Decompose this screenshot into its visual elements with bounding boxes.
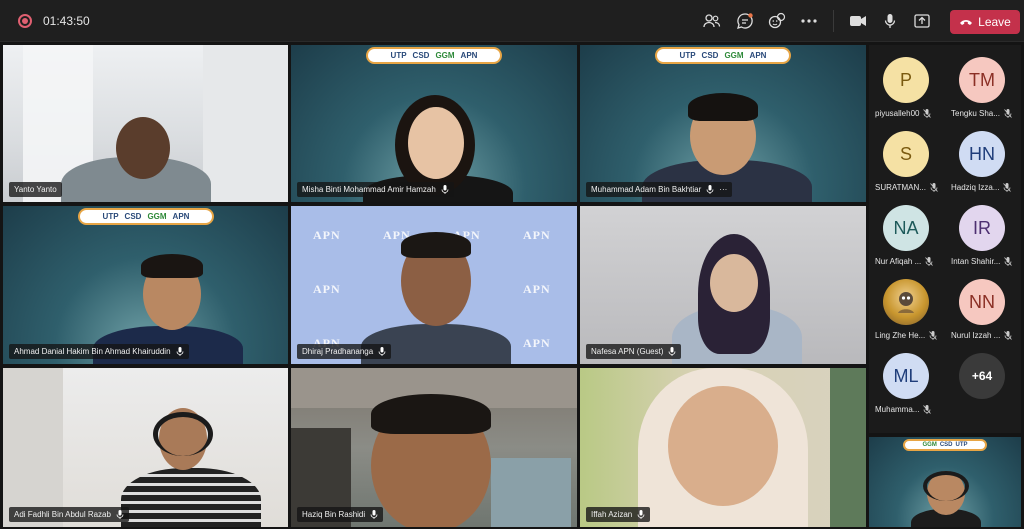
- mic-off-icon: [930, 183, 938, 192]
- avatar: NN: [959, 279, 1005, 325]
- video-tile[interactable]: UTP CSD GGM APN Muhammad Adam Bin Bakhtiar …: [580, 45, 866, 202]
- participant-name-tag: Muhammad Adam Bin Bakhtiar ···: [586, 182, 733, 197]
- participant-avatar-tile[interactable]: IR Intan Shahir...: [945, 193, 1021, 269]
- participant-avatar-tile[interactable]: HN Hadziq Izza...: [945, 119, 1021, 195]
- event-logo-banner: UTP CSD GGM APN: [655, 47, 791, 64]
- apn-wall-logo: APN: [313, 282, 341, 296]
- avatar: [883, 279, 929, 325]
- video-tile[interactable]: Adi Fadhli Bin Abdul Razab: [3, 368, 288, 527]
- participant-name-tag: Yanto Yanto: [9, 182, 62, 197]
- mic-off-icon: [1004, 331, 1013, 340]
- leave-label: Leave: [978, 15, 1011, 29]
- participant-name: Nur Afiqah ...: [875, 257, 922, 266]
- participant-name: Tengku Sha...: [951, 109, 1000, 118]
- overflow-count: +64: [959, 353, 1005, 399]
- avatar: TM: [959, 57, 1005, 103]
- video-tile[interactable]: Yanto Yanto: [3, 45, 288, 202]
- participant-name: Ling Zhe He...: [875, 331, 926, 340]
- mic-icon: [669, 347, 676, 356]
- participant-name-tag: Nafesa APN (Guest): [586, 344, 682, 359]
- participant-avatar-tile[interactable]: NA Nur Afiqah ...: [869, 193, 945, 269]
- mic-off-icon: [1003, 183, 1012, 192]
- participant-name: Intan Shahir...: [951, 257, 1001, 266]
- event-logo-banner: UTP CSD GGM APN: [78, 208, 214, 225]
- avatar: NA: [883, 205, 929, 251]
- mic-icon[interactable]: [878, 9, 902, 33]
- video-tile[interactable]: UTP CSD GGM APN Ahmad Danial Hakim Bin Ahma…: [3, 206, 288, 364]
- mic-icon: [441, 185, 449, 194]
- mic-off-icon: [1004, 257, 1013, 266]
- share-icon[interactable]: [910, 9, 934, 33]
- event-logo-banner: UTP CSD GGM APN: [366, 47, 502, 64]
- more-icon[interactable]: ···: [719, 185, 727, 194]
- mic-off-icon: [1004, 109, 1012, 118]
- avatar: ML: [883, 353, 929, 399]
- avatar: S: [883, 131, 929, 177]
- participant-name-tag: Iffah Azizan: [586, 507, 651, 522]
- mic-off-icon: [929, 331, 938, 340]
- mic-icon: [116, 510, 124, 519]
- mic-icon: [370, 510, 378, 519]
- mic-off-icon: [923, 109, 932, 118]
- profile-picture-icon: [898, 292, 914, 313]
- mic-icon: [378, 347, 386, 356]
- mic-off-icon: [923, 405, 932, 414]
- participant-name: Hadziq Izza...: [951, 183, 1000, 192]
- video-tile[interactable]: Haziq Bin Rashidi: [291, 368, 577, 527]
- avatar: IR: [959, 205, 1005, 251]
- meeting-timer: 01:43:50: [43, 14, 90, 28]
- video-tile[interactable]: Iffah Azizan: [580, 368, 866, 527]
- recording-icon: [18, 14, 32, 28]
- participant-name: Muhamma...: [875, 405, 920, 414]
- mic-off-icon: [925, 257, 934, 266]
- participant-avatar-tile[interactable]: P piyusalleh00: [869, 45, 945, 121]
- video-tile[interactable]: UTP CSD GGM APN Misha Binti Mohammad Amir H…: [291, 45, 577, 202]
- people-icon[interactable]: [700, 9, 724, 33]
- video-tile[interactable]: Nafesa APN (Guest): [580, 206, 866, 364]
- leave-button[interactable]: Leave: [950, 10, 1020, 34]
- apn-wall-logo: APN: [523, 336, 551, 350]
- self-video-tile[interactable]: GGM CSD UTP: [869, 437, 1021, 527]
- mic-icon: [176, 347, 183, 356]
- participant-gallery: P piyusalleh00 TM Tengku Sha... S SURATM…: [869, 45, 1021, 433]
- more-participants-button[interactable]: +64: [945, 341, 1021, 417]
- toolbar-divider: [833, 10, 834, 32]
- mic-icon: [637, 510, 645, 519]
- participant-avatar-tile[interactable]: S SURATMAN...: [869, 119, 945, 195]
- reactions-icon[interactable]: [765, 9, 789, 33]
- avatar: HN: [959, 131, 1005, 177]
- participant-name-tag: Dhiraj Pradhananga: [297, 344, 392, 359]
- camera-icon[interactable]: [846, 9, 870, 33]
- participant-name: Nurul Izzah ...: [951, 331, 1001, 340]
- participant-avatar-tile[interactable]: ML Muhamma...: [869, 341, 945, 417]
- chat-icon[interactable]: [733, 9, 757, 33]
- participant-name-tag: Haziq Bin Rashidi: [297, 507, 384, 522]
- avatar: P: [883, 57, 929, 103]
- participant-avatar-tile[interactable]: TM Tengku Sha...: [945, 45, 1021, 121]
- mic-icon: [706, 185, 714, 194]
- apn-wall-logo: APN: [523, 228, 551, 242]
- video-tile[interactable]: APN APN APN APN APN APN APN APN Dhiraj P…: [291, 206, 577, 364]
- meeting-toolbar: 01:43:50 Leave: [0, 0, 1024, 42]
- participant-avatar-tile[interactable]: NN Nurul Izzah ...: [945, 267, 1021, 343]
- participant-name-tag: Ahmad Danial Hakim Bin Ahmad Khairuddin: [9, 344, 189, 359]
- more-icon[interactable]: [797, 9, 821, 33]
- participant-name: SURATMAN...: [875, 183, 926, 192]
- participant-avatar-tile[interactable]: Ling Zhe He...: [869, 267, 945, 343]
- phone-hangup-icon: [960, 20, 973, 25]
- participant-name: piyusalleh00: [875, 109, 920, 118]
- apn-wall-logo: APN: [313, 228, 341, 242]
- event-logo-banner: GGM CSD UTP: [903, 439, 987, 451]
- participant-name-tag: Adi Fadhli Bin Abdul Razab: [9, 507, 129, 522]
- participant-name-tag: Misha Binti Mohammad Amir Hamzah: [297, 182, 454, 197]
- apn-wall-logo: APN: [523, 282, 551, 296]
